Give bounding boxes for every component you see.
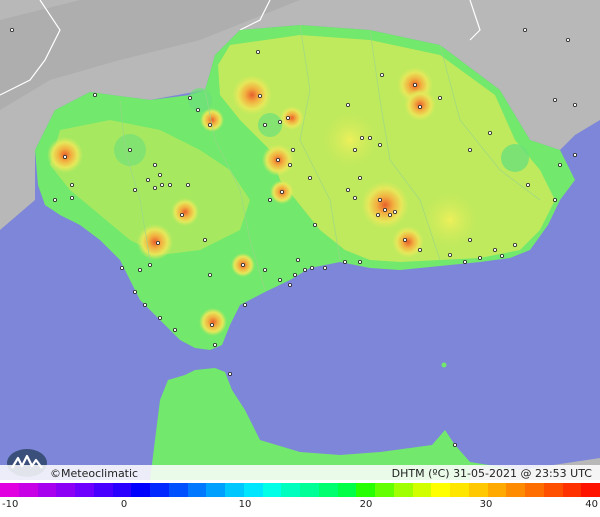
color-swatch — [375, 483, 394, 497]
map-caption: DHTM (ºC) 31-05-2021 @ 23:53 UTC — [391, 467, 592, 480]
color-swatch — [431, 483, 450, 497]
color-swatch — [243, 483, 263, 497]
scale-tick: -10 — [2, 499, 19, 510]
color-swatch — [300, 483, 319, 497]
scale-tick: 10 — [238, 499, 252, 510]
hot-spot — [200, 108, 224, 132]
color-swatch — [525, 483, 544, 497]
color-swatch — [131, 483, 150, 497]
color-swatch — [506, 483, 525, 497]
hot-spot — [199, 308, 227, 336]
color-swatch — [468, 483, 488, 497]
info-bar: ©Meteoclimatic DHTM (ºC) 31-05-2021 @ 23… — [0, 465, 600, 482]
scale-tick: 20 — [359, 499, 373, 510]
color-swatch — [225, 483, 244, 497]
island — [441, 362, 447, 368]
color-swatch — [318, 483, 338, 497]
color-swatch — [75, 483, 94, 497]
scale-tick: 0 — [120, 499, 128, 510]
color-swatch — [262, 483, 282, 497]
cool-spot — [258, 113, 282, 137]
scale-tick: 30 — [479, 499, 493, 510]
color-swatch — [206, 483, 225, 497]
color-swatch — [112, 483, 132, 497]
brand-label: ©Meteoclimatic — [50, 467, 139, 480]
color-swatch — [412, 483, 432, 497]
color-swatch — [37, 483, 57, 497]
color-swatch — [168, 483, 188, 497]
hot-spot — [280, 106, 304, 130]
hot-spot — [171, 198, 199, 226]
hot-spot — [392, 226, 424, 258]
color-swatch — [18, 483, 38, 497]
cool-spot — [501, 144, 529, 172]
color-swatch — [581, 483, 600, 497]
color-swatch — [356, 483, 375, 497]
color-swatch — [0, 483, 19, 497]
color-swatch — [56, 483, 75, 497]
color-swatch — [393, 483, 413, 497]
hot-spot — [137, 224, 173, 260]
color-swatch — [281, 483, 300, 497]
hot-spot — [361, 181, 409, 229]
color-scale: -10 0 10 20 30 40 — [0, 482, 600, 517]
color-swatch — [93, 483, 113, 497]
color-swatch — [562, 483, 582, 497]
color-swatch — [543, 483, 563, 497]
color-scale-bar — [0, 483, 600, 497]
color-swatch — [150, 483, 169, 497]
color-swatch — [187, 483, 207, 497]
color-swatch — [487, 483, 507, 497]
hot-spot — [320, 110, 380, 170]
color-swatch — [337, 483, 357, 497]
map-view[interactable]: ©Meteoclimatic DHTM (ºC) 31-05-2021 @ 23… — [0, 0, 600, 517]
scale-tick: 40 — [585, 499, 598, 510]
hot-spot — [232, 75, 272, 115]
temperature-map[interactable] — [0, 0, 600, 480]
color-swatch — [450, 483, 469, 497]
